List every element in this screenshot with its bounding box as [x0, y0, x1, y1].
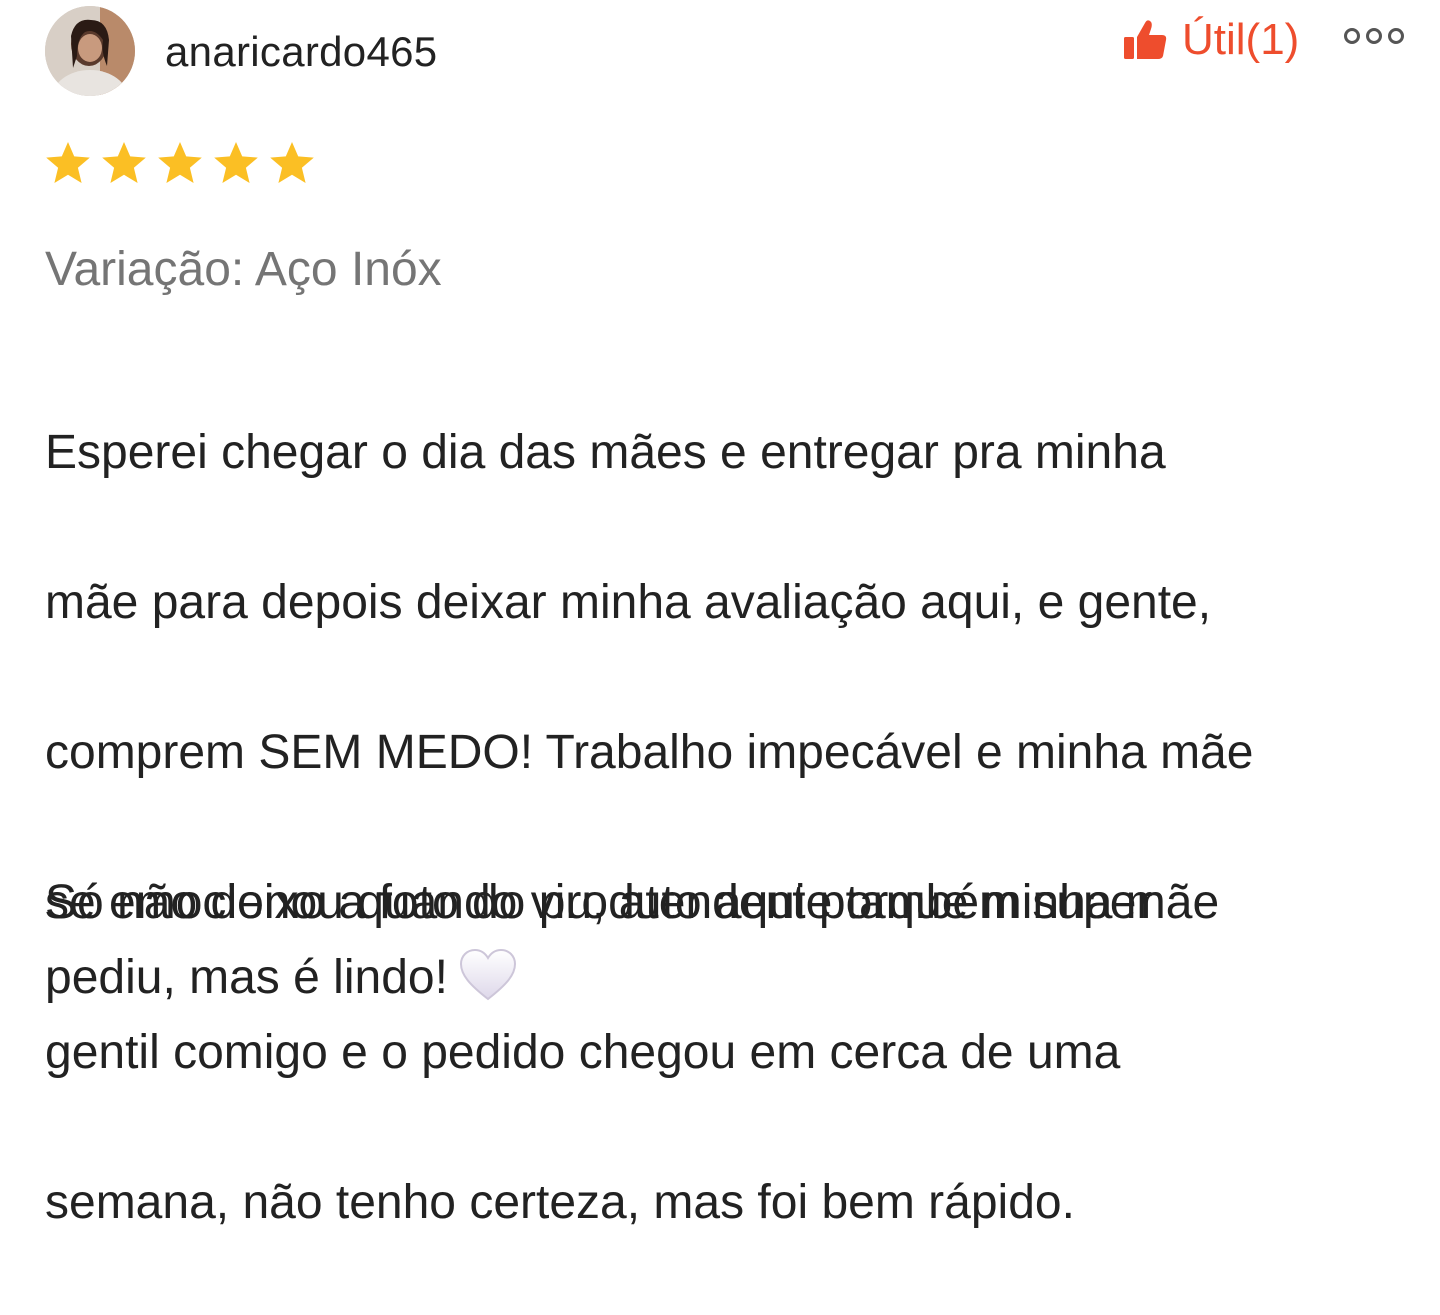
review-body-line-text: pediu, mas é lindo!	[45, 951, 448, 1004]
star-rating	[44, 140, 316, 188]
white-heart-icon	[458, 947, 518, 1003]
review-body-line: Só não deixo a foto do produto aqui porq…	[45, 876, 1220, 929]
variation-label: Variação: Aço Inóx	[45, 243, 442, 296]
helpful-button[interactable]: Útil(1)	[1122, 12, 1299, 68]
star-icon	[268, 140, 316, 188]
review-body-line: gentil comigo e o pedido chegou em cerca…	[45, 1026, 1121, 1079]
more-options-icon[interactable]	[1343, 24, 1405, 48]
review-body-second-paragraph: Só não deixo a foto do produto aqui porq…	[45, 865, 1405, 1015]
star-icon	[156, 140, 204, 188]
username[interactable]: anaricardo465	[165, 26, 437, 78]
star-icon	[100, 140, 148, 188]
star-icon	[212, 140, 260, 188]
avatar[interactable]	[45, 6, 135, 96]
review-body-line: Esperei chegar o dia das mães e entregar…	[45, 426, 1166, 479]
review-body-line-with-emoji: pediu, mas é lindo!	[45, 940, 1405, 1015]
review-body: Esperei chegar o dia das mães e entregar…	[45, 340, 1405, 1315]
review-body-line: semana, não tenho certeza, mas foi bem r…	[45, 1176, 1075, 1229]
review-body-line: comprem SEM MEDO! Trabalho impecável e m…	[45, 726, 1254, 779]
review-card: anaricardo465 Útil(1) Variação: Aço Inóx…	[0, 0, 1440, 1229]
review-body-line: mãe para depois deixar minha avaliação a…	[45, 576, 1212, 629]
avatar-image	[45, 6, 135, 96]
helpful-count-label: Útil(1)	[1182, 15, 1300, 64]
star-icon	[44, 140, 92, 188]
thumbs-up-icon	[1122, 17, 1168, 63]
